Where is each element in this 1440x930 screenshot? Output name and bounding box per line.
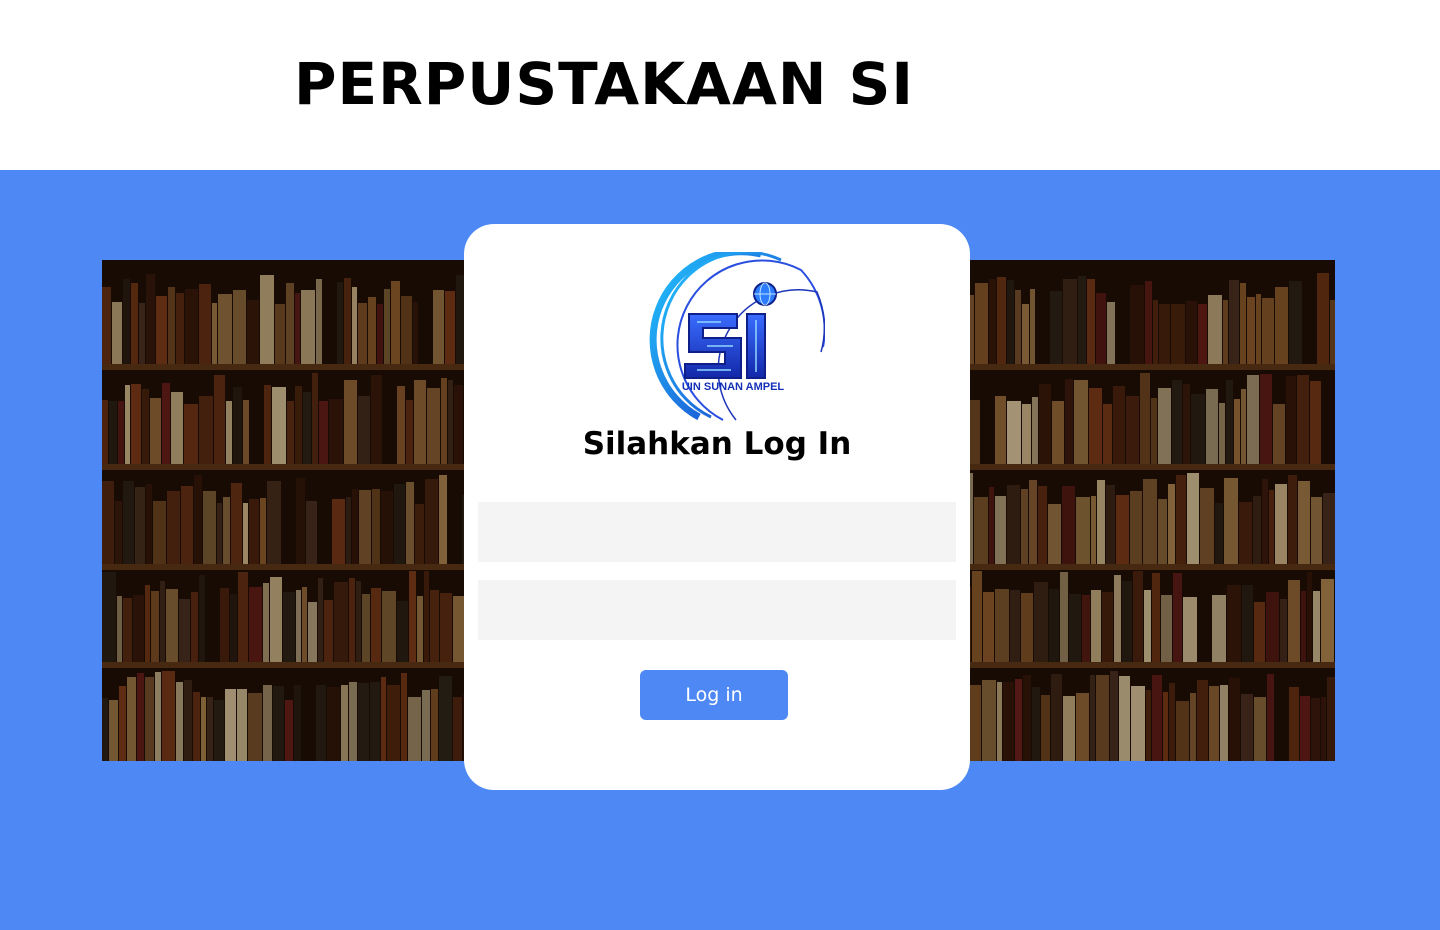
login-heading: Silahkan Log In: [582, 426, 852, 462]
header: PERPUSTAKAAN SI: [0, 0, 1440, 170]
password-field[interactable]: [478, 580, 956, 640]
logo: UIN SUNAN AMPEL: [641, 248, 826, 422]
username-field[interactable]: [478, 502, 956, 562]
main-area: UIN SUNAN AMPEL Silahkan Log In Log in: [0, 170, 1440, 930]
login-button[interactable]: Log in: [640, 670, 788, 720]
logo-text: UIN SUNAN AMPEL: [682, 381, 785, 393]
login-card: UIN SUNAN AMPEL Silahkan Log In Log in: [464, 224, 970, 790]
site-title: PERPUSTAKAAN SI: [294, 50, 914, 118]
